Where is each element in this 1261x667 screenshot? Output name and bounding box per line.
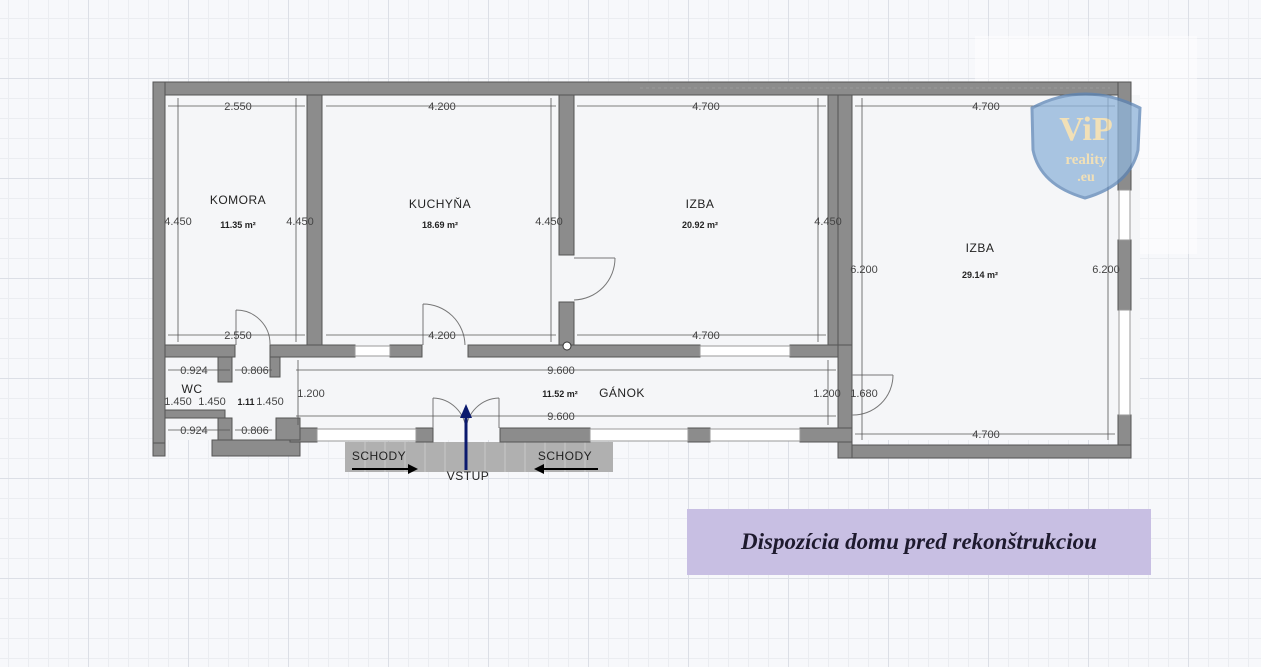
dim-komora-left: 4.450 — [164, 216, 192, 228]
room-name-izba-2: IZBA — [966, 241, 995, 255]
dim-kuchyna-right: 4.450 — [535, 216, 563, 228]
room-area-wc: 1.11 — [237, 397, 254, 407]
entrance-label: VSTUP — [447, 469, 490, 483]
dim-wc-left: 1.450 — [164, 396, 192, 408]
dim-ganok-left: 1.200 — [297, 388, 325, 400]
dim-komora-right: 4.450 — [286, 216, 314, 228]
logo-text-top: ViP — [1059, 111, 1113, 148]
stairs-label-left: SCHODY — [352, 449, 406, 463]
dim-izba1-right: 4.450 — [814, 216, 842, 228]
dim-izba2-bottom: 4.700 — [972, 429, 1000, 441]
caption-box: Dispozícia domu pred rekonštrukciou — [687, 509, 1151, 575]
column-marker — [562, 341, 572, 351]
dim-kuchyna-bottom: 4.200 — [428, 330, 456, 342]
logo-text-bottom: .eu — [1077, 170, 1095, 185]
dim-kuchyna-top: 4.200 — [428, 101, 456, 113]
dim-ganok-bottom: 9.600 — [547, 411, 575, 423]
dim-wc-bottom-a: 0.924 — [180, 425, 208, 437]
dim-komora-top: 2.550 — [224, 101, 252, 113]
stairs-label-right: SCHODY — [538, 449, 592, 463]
room-name-komora: KOMORA — [210, 193, 266, 207]
dim-izba1-top: 4.700 — [692, 101, 720, 113]
dim-wc-top-b: 0.806 — [241, 365, 269, 377]
dim-ganok-right: 1.200 — [813, 388, 841, 400]
logo-text-mid: reality — [1065, 152, 1107, 168]
dim-wc-top-a: 0.924 — [180, 365, 208, 377]
dim-izba2-top: 4.700 — [972, 101, 1000, 113]
room-area-kuchyna: 18.69 m² — [422, 220, 458, 230]
room-area-komora: 11.35 m² — [220, 220, 256, 230]
room-area-izba-2: 29.14 m² — [962, 270, 998, 280]
dim-wc-right: 1.450 — [256, 396, 284, 408]
room-name-ganok: GÁNOK — [599, 385, 645, 400]
dim-izba2-left: 6.200 — [850, 264, 878, 276]
room-area-izba-1: 20.92 m² — [682, 220, 718, 230]
dim-izba2-right: 6.200 — [1092, 264, 1120, 276]
dim-izba1-bottom: 4.700 — [692, 330, 720, 342]
room-name-izba-1: IZBA — [686, 197, 715, 211]
dim-komora-bottom: 2.550 — [224, 330, 252, 342]
dim-door-gap: 1.680 — [850, 388, 878, 400]
room-name-kuchyna: KUCHYŇA — [409, 196, 471, 211]
caption-text: Dispozícia domu pred rekonštrukciou — [741, 529, 1097, 554]
room-name-wc: WC — [182, 382, 203, 396]
room-area-ganok: 11.52 m² — [542, 389, 578, 399]
dim-ganok-top: 9.600 — [547, 365, 575, 377]
dim-wc-bottom-b: 0.806 — [241, 425, 269, 437]
dim-wc-mid: 1.450 — [198, 396, 226, 408]
